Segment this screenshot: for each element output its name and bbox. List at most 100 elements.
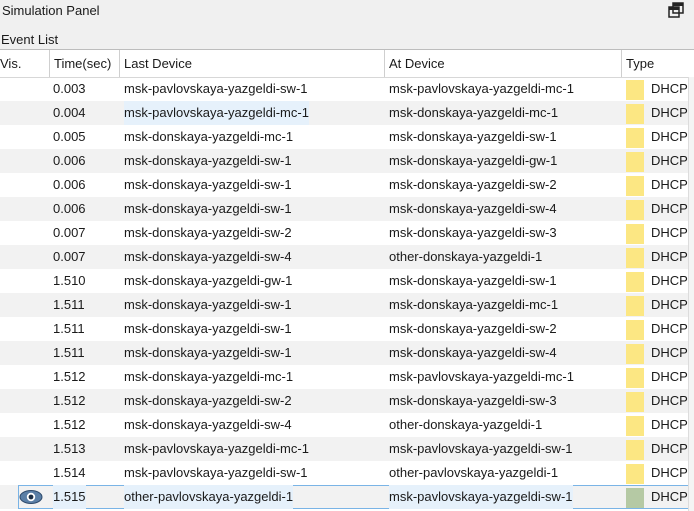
type-color-swatch [626, 296, 644, 316]
last-device-cell: msk-donskaya-yazgeldi-gw-1 [124, 273, 293, 288]
column-header-type[interactable]: Type [622, 50, 694, 77]
time-cell: 0.004 [53, 105, 86, 120]
last-device-cell: msk-donskaya-yazgeldi-sw-1 [124, 321, 292, 336]
at-device-cell: other-donskaya-yazgeldi-1 [389, 249, 543, 264]
table-row[interactable]: 1.512 msk-donskaya-yazgeldi-sw-4 other-don… [0, 413, 694, 437]
type-color-swatch [626, 344, 644, 364]
event-list-table: Vis. Time(sec) Last Device At Device Typ… [0, 49, 694, 511]
panel-title: Simulation Panel [2, 3, 100, 18]
time-cell: 0.006 [53, 153, 86, 168]
table-row[interactable]: 0.007 msk-donskaya-yazgeldi-sw-2 msk-donsk… [0, 221, 694, 245]
table-row[interactable]: 0.006 msk-donskaya-yazgeldi-sw-1 msk-donsk… [0, 149, 694, 173]
time-cell: 0.003 [53, 81, 86, 96]
type-cell: DHCP [651, 321, 688, 336]
last-device-cell: msk-donskaya-yazgeldi-sw-1 [124, 201, 292, 216]
column-header-at-device[interactable]: At Device [385, 50, 622, 77]
type-color-swatch [626, 152, 644, 172]
last-device-cell: msk-pavlovskaya-yazgeldi-sw-1 [124, 81, 308, 96]
type-cell: DHCP [651, 153, 688, 168]
type-cell: DHCP [651, 177, 688, 192]
event-list-label: Event List [1, 32, 59, 47]
time-cell: 1.512 [53, 417, 86, 432]
last-device-cell: msk-donskaya-yazgeldi-sw-1 [124, 345, 292, 360]
at-device-cell: msk-donskaya-yazgeldi-sw-1 [389, 129, 557, 144]
last-device-cell: msk-donskaya-yazgeldi-mc-1 [124, 369, 294, 384]
time-cell: 1.510 [53, 273, 86, 288]
time-cell: 0.007 [53, 225, 86, 240]
table-row[interactable]: 0.006 msk-donskaya-yazgeldi-sw-1 msk-donsk… [0, 197, 694, 221]
undock-icon[interactable] [668, 2, 684, 18]
at-device-cell: msk-donskaya-yazgeldi-sw-2 [389, 321, 557, 336]
at-device-cell: msk-donskaya-yazgeldi-mc-1 [389, 297, 559, 312]
last-device-cell: other-pavlovskaya-yazgeldi-1 [124, 485, 294, 509]
table-row[interactable]: 0.003 msk-pavlovskaya-yazgeldi-sw-1 msk-pa… [0, 77, 694, 101]
last-device-cell: msk-donskaya-yazgeldi-sw-4 [124, 417, 292, 432]
type-cell: DHCP [651, 273, 688, 288]
type-color-swatch [626, 392, 644, 412]
last-device-cell: msk-donskaya-yazgeldi-sw-1 [124, 177, 292, 192]
table-row[interactable]: 1.514 msk-pavlovskaya-yazgeldi-sw-1 other-… [0, 461, 694, 485]
at-device-cell: msk-pavlovskaya-yazgeldi-sw-1 [389, 485, 573, 509]
selection-frame [18, 485, 691, 509]
table-row[interactable]: 1.511 msk-donskaya-yazgeldi-sw-1 msk-donsk… [0, 293, 694, 317]
table-row[interactable]: 1.513 msk-pavlovskaya-yazgeldi-mc-1 msk-pa… [0, 437, 694, 461]
type-color-swatch [626, 104, 644, 124]
column-header-time[interactable]: Time(sec) [50, 50, 120, 77]
table-row[interactable]: 0.006 msk-donskaya-yazgeldi-sw-1 msk-donsk… [0, 173, 694, 197]
table-row[interactable]: 1.512 msk-donskaya-yazgeldi-mc-1 msk-pavlo… [0, 365, 694, 389]
type-cell: DHCP [651, 249, 688, 264]
type-cell: DHCP [651, 225, 688, 240]
type-color-swatch [626, 128, 644, 148]
type-cell: DHCP [651, 105, 688, 120]
table-row[interactable]: 0.007 msk-donskaya-yazgeldi-sw-4 other-don… [0, 245, 694, 269]
type-color-swatch [626, 416, 644, 436]
type-color-swatch [626, 368, 644, 388]
time-cell: 1.515 [53, 485, 86, 509]
at-device-cell: msk-donskaya-yazgeldi-sw-4 [389, 201, 557, 216]
type-cell: DHCP [651, 441, 688, 456]
time-cell: 1.513 [53, 441, 86, 456]
type-cell: DHCP [651, 417, 688, 432]
table-row[interactable]: 0.005 msk-donskaya-yazgeldi-mc-1 msk-donsk… [0, 125, 694, 149]
eye-icon[interactable] [18, 485, 50, 509]
table-header: Vis. Time(sec) Last Device At Device Typ… [0, 49, 694, 78]
table-row[interactable]: 1.510 msk-donskaya-yazgeldi-gw-1 msk-donsk… [0, 269, 694, 293]
last-device-cell: msk-pavlovskaya-yazgeldi-mc-1 [124, 441, 309, 456]
table-row[interactable]: 1.512 msk-donskaya-yazgeldi-sw-2 msk-donsk… [0, 389, 694, 413]
at-device-cell: msk-donskaya-yazgeldi-sw-4 [389, 345, 557, 360]
last-device-cell: msk-donskaya-yazgeldi-sw-2 [124, 393, 292, 408]
last-device-cell: msk-donskaya-yazgeldi-sw-1 [124, 297, 292, 312]
type-color-swatch [626, 224, 644, 244]
type-cell: DHCP [651, 465, 688, 480]
type-color-swatch [626, 80, 644, 100]
vertical-scrollbar[interactable] [688, 77, 694, 511]
type-color-swatch [626, 200, 644, 220]
type-cell: DHCP [651, 129, 688, 144]
type-cell: DHCP [651, 393, 688, 408]
last-device-cell: msk-donskaya-yazgeldi-sw-4 [124, 249, 292, 264]
type-cell: DHCP [651, 489, 688, 504]
column-header-last-device[interactable]: Last Device [120, 50, 385, 77]
column-header-vis[interactable]: Vis. [0, 50, 50, 77]
type-color-swatch [626, 176, 644, 196]
time-cell: 1.511 [53, 297, 85, 312]
panel-titlebar: Simulation Panel [0, 0, 694, 28]
last-device-cell: msk-donskaya-yazgeldi-sw-2 [124, 225, 292, 240]
at-device-cell: msk-donskaya-yazgeldi-sw-2 [389, 177, 557, 192]
event-list-header: Event List [0, 27, 694, 49]
table-row[interactable]: 1.511 msk-donskaya-yazgeldi-sw-1 msk-donsk… [0, 341, 694, 365]
type-color-swatch [626, 248, 644, 268]
at-device-cell: msk-pavlovskaya-yazgeldi-mc-1 [389, 81, 574, 96]
table-row[interactable]: 0.004 msk-pavlovskaya-yazgeldi-mc-1 msk-do… [0, 101, 694, 125]
at-device-cell: msk-donskaya-yazgeldi-mc-1 [389, 105, 559, 120]
table-body: 0.003 msk-pavlovskaya-yazgeldi-sw-1 msk-pa… [0, 77, 694, 509]
table-row[interactable]: 1.515 other-pavlovskaya-yazgeldi-1 msk-pav… [0, 485, 694, 509]
type-color-swatch [626, 440, 644, 460]
table-row[interactable]: 1.511 msk-donskaya-yazgeldi-sw-1 msk-donsk… [0, 317, 694, 341]
type-color-swatch [626, 272, 644, 292]
time-cell: 0.006 [53, 177, 86, 192]
time-cell: 1.511 [53, 321, 85, 336]
last-device-cell: msk-donskaya-yazgeldi-sw-1 [124, 153, 292, 168]
at-device-cell: msk-pavlovskaya-yazgeldi-mc-1 [389, 369, 574, 384]
time-cell: 0.007 [53, 249, 86, 264]
